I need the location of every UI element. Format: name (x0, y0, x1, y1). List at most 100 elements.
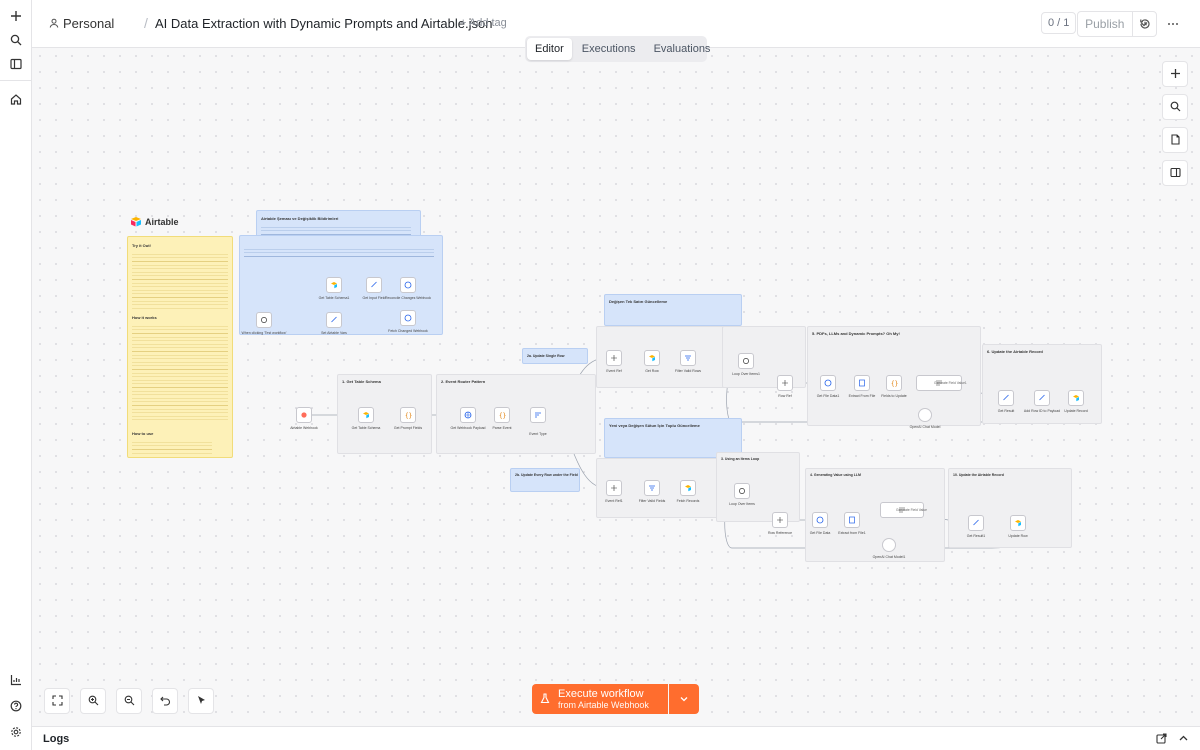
workflow-node[interactable] (738, 353, 754, 369)
sticky-note-degisen[interactable]: Değişen Tek Satırı Güncelleme (604, 294, 742, 326)
workflow-node[interactable] (998, 390, 1014, 406)
workflow-node[interactable]: {} (400, 407, 416, 423)
sticky-note-try-it[interactable]: Try it Out! How it works How to use (127, 236, 233, 458)
undo-button[interactable] (152, 688, 178, 714)
workflow-node[interactable] (734, 483, 750, 499)
workflow-node[interactable] (854, 375, 870, 391)
rail-divider (0, 80, 32, 81)
logs-bar[interactable]: Logs (32, 726, 1200, 750)
left-rail (0, 0, 32, 750)
sticky-title: 6. Update the Airtable Record (987, 349, 1043, 354)
tidy-up-button[interactable] (188, 688, 214, 714)
workflow-node[interactable] (918, 408, 932, 422)
workflow-node[interactable] (256, 312, 272, 328)
node-label: Get Table Schema (351, 426, 381, 430)
toggle-panel-button[interactable] (1162, 160, 1188, 186)
more-options-icon[interactable] (1163, 14, 1183, 34)
node-label: Event Ref1 (605, 499, 623, 503)
breadcrumb-project[interactable]: Personal (49, 16, 114, 31)
search-icon[interactable] (6, 30, 26, 50)
workflow-node[interactable] (400, 310, 416, 326)
node-label: Set Airtable Vars (321, 331, 347, 335)
node-label: Get Table Schema1 (318, 296, 350, 300)
workflow-node[interactable] (358, 407, 374, 423)
workflow-node[interactable] (882, 538, 896, 552)
workflow-node[interactable] (400, 277, 416, 293)
node-label: Extract from File1 (838, 531, 866, 535)
node-label: Get Row (645, 369, 659, 373)
workflow-canvas[interactable]: Airtable Try it Out! How it works How to… (32, 48, 1200, 726)
tab-evaluations[interactable]: Evaluations (646, 38, 719, 60)
node-label: Parse Event (492, 426, 512, 430)
sticky-note-get-schema[interactable]: 1. Get Table Schema (337, 374, 432, 454)
zoom-out-icon (124, 694, 135, 709)
workflow-node[interactable] (606, 350, 622, 366)
home-icon[interactable] (6, 89, 26, 109)
node-label: Event Type (529, 432, 547, 436)
workflow-node[interactable] (326, 277, 342, 293)
workflow-node[interactable] (1034, 390, 1050, 406)
workflow-node[interactable] (1010, 515, 1026, 531)
search-icon (1170, 100, 1181, 115)
workflow-node[interactable] (606, 480, 622, 496)
plus-icon[interactable] (6, 6, 26, 26)
workflow-node[interactable]: {} (494, 407, 510, 423)
workflow-node[interactable] (820, 375, 836, 391)
workflow-node[interactable] (680, 480, 696, 496)
tab-executions[interactable]: Executions (574, 38, 644, 60)
add-node-button[interactable] (1162, 61, 1188, 87)
workflow-node[interactable] (772, 512, 788, 528)
workflow-title[interactable]: AI Data Extraction with Dynamic Prompts … (155, 16, 492, 31)
sticky-note-loop[interactable] (722, 326, 806, 388)
zoom-in-button[interactable] (80, 688, 106, 714)
undo-icon (159, 694, 171, 709)
help-icon[interactable] (6, 696, 26, 716)
add-tag-button[interactable]: + Add tag (460, 17, 507, 29)
sidebar-toggle-icon[interactable] (6, 54, 26, 74)
popout-icon[interactable] (1156, 732, 1167, 747)
fit-view-button[interactable] (44, 688, 70, 714)
workflow-node[interactable] (968, 515, 984, 531)
workflow-node[interactable] (460, 407, 476, 423)
workflow-node[interactable] (844, 512, 860, 528)
node-label: Fetch Records (676, 499, 700, 503)
zoom-in-icon (88, 694, 99, 709)
node-label: Get File Data (809, 531, 831, 535)
workflow-node[interactable] (777, 375, 793, 391)
workflow-node[interactable]: {} (886, 375, 902, 391)
insights-icon[interactable] (6, 670, 26, 690)
execute-options-button[interactable] (669, 684, 699, 714)
node-label: Airtable Webhook (290, 426, 318, 430)
tab-editor[interactable]: Editor (527, 38, 572, 60)
workflow-node[interactable] (680, 350, 696, 366)
airtable-logo-text: Airtable (145, 216, 179, 227)
sticky-title: 2. Event Router Pattern (441, 379, 486, 384)
workflow-node[interactable] (644, 480, 660, 496)
workflow-node[interactable] (812, 512, 828, 528)
zoom-out-button[interactable] (116, 688, 142, 714)
workflow-node[interactable] (326, 312, 342, 328)
sticky-title: 5. PDFs, LLMs and Dynamic Prompts? Oh My… (812, 331, 900, 336)
sticky-note-button[interactable] (1162, 127, 1188, 153)
sticky-note-items-loop[interactable]: 3. Using an Items Loop (716, 452, 800, 522)
chevron-up-icon[interactable] (1178, 732, 1189, 747)
chevron-down-icon (679, 692, 689, 707)
sticky-title: Değişen Tek Satırı Güncelleme (609, 299, 668, 304)
workflow-node[interactable] (644, 350, 660, 366)
node-label: Loop Over Items1 (732, 372, 760, 376)
node-label: Get File Data1 (816, 394, 840, 398)
execute-workflow-button[interactable]: Execute workflow from Airtable Webhook (532, 684, 668, 714)
workflow-node[interactable] (530, 407, 546, 423)
sticky-note-update-all[interactable]: 2b. Update Every Row under the Field (510, 468, 580, 492)
workflow-node[interactable] (366, 277, 382, 293)
search-nodes-button[interactable] (1162, 94, 1188, 120)
workflow-node[interactable] (296, 407, 312, 423)
breadcrumb-separator: / (144, 15, 148, 31)
sticky-note-update-single[interactable]: 2a. Update Single Row (522, 348, 588, 364)
settings-gear-icon[interactable] (6, 722, 26, 742)
node-label: Generate Field Value (896, 508, 927, 512)
history-icon[interactable] (1135, 14, 1155, 34)
workflow-node[interactable] (1068, 390, 1084, 406)
publish-button[interactable]: Publish (1078, 12, 1133, 36)
sticky-heading: How it works (132, 315, 157, 320)
